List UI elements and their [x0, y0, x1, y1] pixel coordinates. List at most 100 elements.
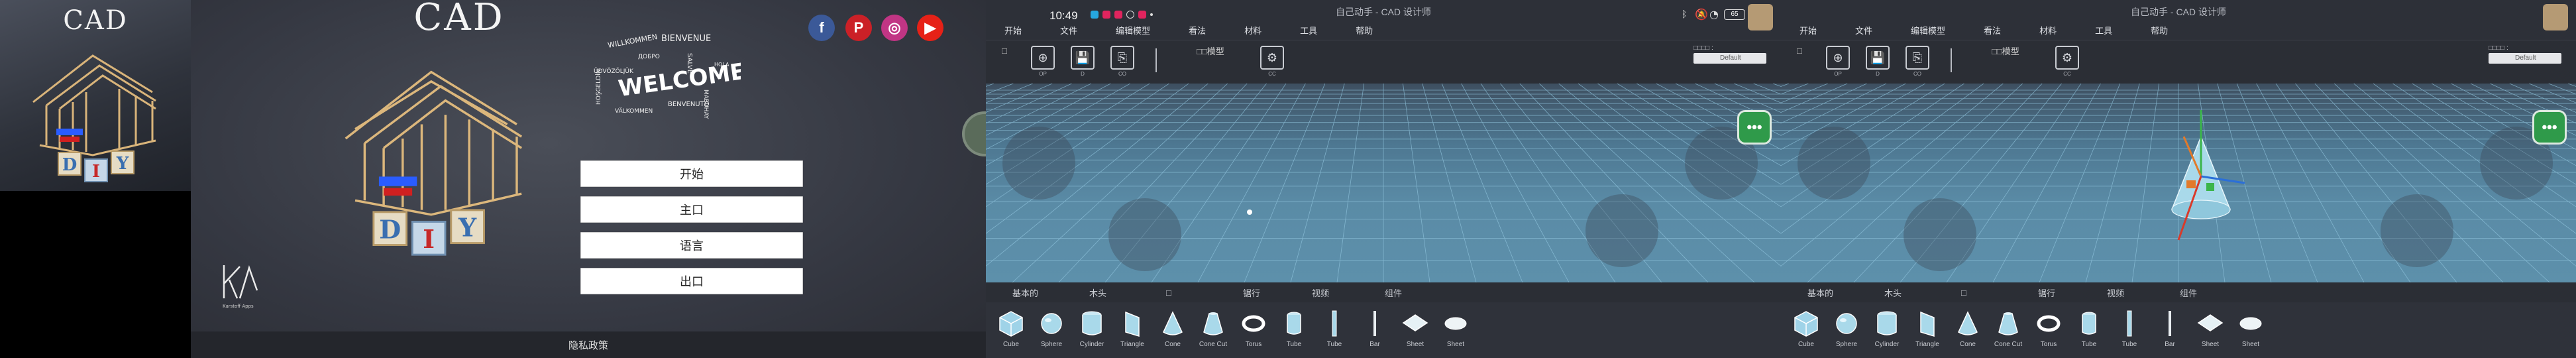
cone-cut-icon: [1991, 308, 2025, 339]
tab-basic[interactable]: 基本的: [1807, 286, 1833, 299]
model-settings-button[interactable]: ⚙ CC: [1260, 46, 1284, 78]
tab-video[interactable]: 视频: [1312, 286, 1329, 299]
language-button[interactable]: 语言: [580, 232, 803, 259]
export-button[interactable]: ⎘ CO: [1110, 46, 1134, 78]
facebook-icon[interactable]: f: [808, 15, 835, 41]
instagram-icon[interactable]: ◎: [881, 15, 908, 41]
shape-label: Triangle: [1915, 341, 1939, 348]
tab-wood[interactable]: 木头: [1884, 286, 1902, 299]
tab-components[interactable]: 组件: [1385, 286, 1402, 299]
shape-bar-button[interactable]: Bar: [2153, 308, 2187, 348]
tab-basic[interactable]: 基本的: [1012, 286, 1038, 299]
more-options-button[interactable]: •••: [2532, 110, 2567, 145]
tab-video[interactable]: 视频: [2107, 286, 2124, 299]
start-button[interactable]: 开始: [580, 160, 803, 187]
more-options-button[interactable]: •••: [1737, 110, 1772, 145]
avatar[interactable]: [1748, 4, 1773, 30]
shape-label: Cone Cut: [1199, 341, 1228, 348]
shape-sheet-button[interactable]: Sheet: [1398, 308, 1432, 348]
shape-tube-2-button[interactable]: Tube: [2112, 308, 2147, 348]
exit-button[interactable]: 出口: [580, 268, 803, 294]
shape-triangle-button[interactable]: Triangle: [1910, 308, 1945, 348]
shape-cone-button[interactable]: Cone: [1155, 308, 1190, 348]
toolbar-divider: [1155, 48, 1157, 72]
tube-2-icon: [2112, 308, 2147, 339]
privacy-policy-link[interactable]: 隐私政策: [568, 338, 608, 352]
project-selector[interactable]: □□□□ : Default: [2489, 44, 2561, 64]
mute-icon: 🔕: [1695, 8, 1708, 21]
tab-wood[interactable]: 木头: [1089, 286, 1106, 299]
3d-viewport[interactable]: [1781, 84, 2576, 282]
tab-saw[interactable]: 锯行: [1243, 286, 1260, 299]
editor-screen-empty: 10:49 自己动手 - CAD 设计师 ᛒ 🔕 ◔ 65 开始 文件 编辑模型…: [986, 0, 1781, 358]
wifi-icon: ◔: [1709, 8, 1719, 21]
project-name-field[interactable]: Default: [1693, 53, 1766, 64]
shape-sheet-button[interactable]: Sheet: [2193, 308, 2227, 348]
cylinder-icon: [1075, 308, 1109, 339]
shape-cone-cut-button[interactable]: Cone Cut: [1196, 308, 1230, 348]
shape-cylinder-button[interactable]: Cylinder: [1870, 308, 1904, 348]
save-button[interactable]: 💾 D: [1866, 46, 1890, 78]
shape-sphere-button[interactable]: Sphere: [1829, 308, 1864, 348]
menu-file[interactable]: 文件: [1855, 24, 1872, 36]
menu-material[interactable]: 材料: [1244, 24, 1261, 36]
menu-help[interactable]: 帮助: [2151, 24, 2168, 36]
menu-file[interactable]: 文件: [1060, 24, 1077, 36]
youtube-icon[interactable]: ▶: [917, 15, 943, 41]
model-settings-button[interactable]: ⚙ CC: [2055, 46, 2079, 78]
shape-cylinder-button[interactable]: Cylinder: [1075, 308, 1109, 348]
tab-components[interactable]: 组件: [2180, 286, 2197, 299]
new-file-button[interactable]: ⊕ OP: [1031, 46, 1055, 78]
svg-text:I: I: [92, 162, 100, 182]
shape-cube-button[interactable]: Cube: [1789, 308, 1823, 348]
avatar[interactable]: [2543, 4, 2568, 30]
toolbar: □ ⊕ OP 💾 D ⎘ CO □□模型 ⚙ CC □□□□ : Default: [1781, 40, 2576, 84]
tab-box[interactable]: □: [1961, 288, 1966, 298]
svg-text:HOŞGELDİN: HOŞGELDİN: [595, 69, 602, 105]
main-button[interactable]: 主口: [580, 196, 803, 223]
shape-triangle-button[interactable]: Triangle: [1115, 308, 1150, 348]
save-button[interactable]: 💾 D: [1071, 46, 1095, 78]
shape-sphere-button[interactable]: Sphere: [1034, 308, 1069, 348]
shape-bar-button[interactable]: Bar: [1358, 308, 1392, 348]
menu-tools[interactable]: 工具: [1300, 24, 1317, 36]
sheet-icon: [2193, 308, 2227, 339]
menu-start[interactable]: 开始: [1004, 24, 1022, 36]
shape-cone-cut-button[interactable]: Cone Cut: [1991, 308, 2025, 348]
project-name-field[interactable]: Default: [2489, 53, 2561, 64]
side-drawer-handle[interactable]: [962, 111, 986, 156]
new-file-button[interactable]: ⊕ OP: [1826, 46, 1850, 78]
shape-tube-button[interactable]: Tube: [2072, 308, 2106, 348]
shape-sheet-2-button[interactable]: Sheet: [2233, 308, 2268, 348]
toolbar-checkbox[interactable]: □: [1002, 46, 1007, 56]
sheet-2-icon: [2233, 308, 2268, 339]
shape-label: Bar: [2165, 341, 2175, 348]
tab-box[interactable]: □: [1166, 288, 1171, 298]
shape-cone-button[interactable]: Cone: [1951, 308, 1985, 348]
project-selector[interactable]: □□□□ : Default: [1693, 44, 1766, 64]
menu-view[interactable]: 看法: [1189, 24, 1206, 36]
shape-sheet-2-button[interactable]: Sheet: [1438, 308, 1473, 348]
menu-view[interactable]: 看法: [1984, 24, 2001, 36]
app-icon-tile: CAD D I Y: [0, 0, 191, 191]
menu-edit-model[interactable]: 编辑模型: [1116, 24, 1150, 36]
shape-torus-button[interactable]: Torus: [1236, 308, 1271, 348]
pinterest-icon[interactable]: P: [845, 15, 872, 41]
menu-start[interactable]: 开始: [1799, 24, 1817, 36]
toolbar-checkbox[interactable]: □: [1797, 46, 1802, 56]
shape-label: Cube: [1798, 341, 1814, 348]
shape-label: Tube: [2081, 341, 2097, 348]
3d-viewport[interactable]: [986, 84, 1781, 282]
tab-saw[interactable]: 锯行: [2038, 286, 2055, 299]
sphere-icon: [1034, 308, 1069, 339]
menu-tools[interactable]: 工具: [2095, 24, 2112, 36]
menu-edit-model[interactable]: 编辑模型: [1911, 24, 1945, 36]
shape-tube-button[interactable]: Tube: [1277, 308, 1311, 348]
bar-icon: [2153, 308, 2187, 339]
shape-cube-button[interactable]: Cube: [994, 308, 1028, 348]
shape-torus-button[interactable]: Torus: [2031, 308, 2066, 348]
menu-help[interactable]: 帮助: [1356, 24, 1373, 36]
menu-material[interactable]: 材料: [2039, 24, 2057, 36]
export-button[interactable]: ⎘ CO: [1905, 46, 1929, 78]
shape-tube-2-button[interactable]: Tube: [1317, 308, 1352, 348]
